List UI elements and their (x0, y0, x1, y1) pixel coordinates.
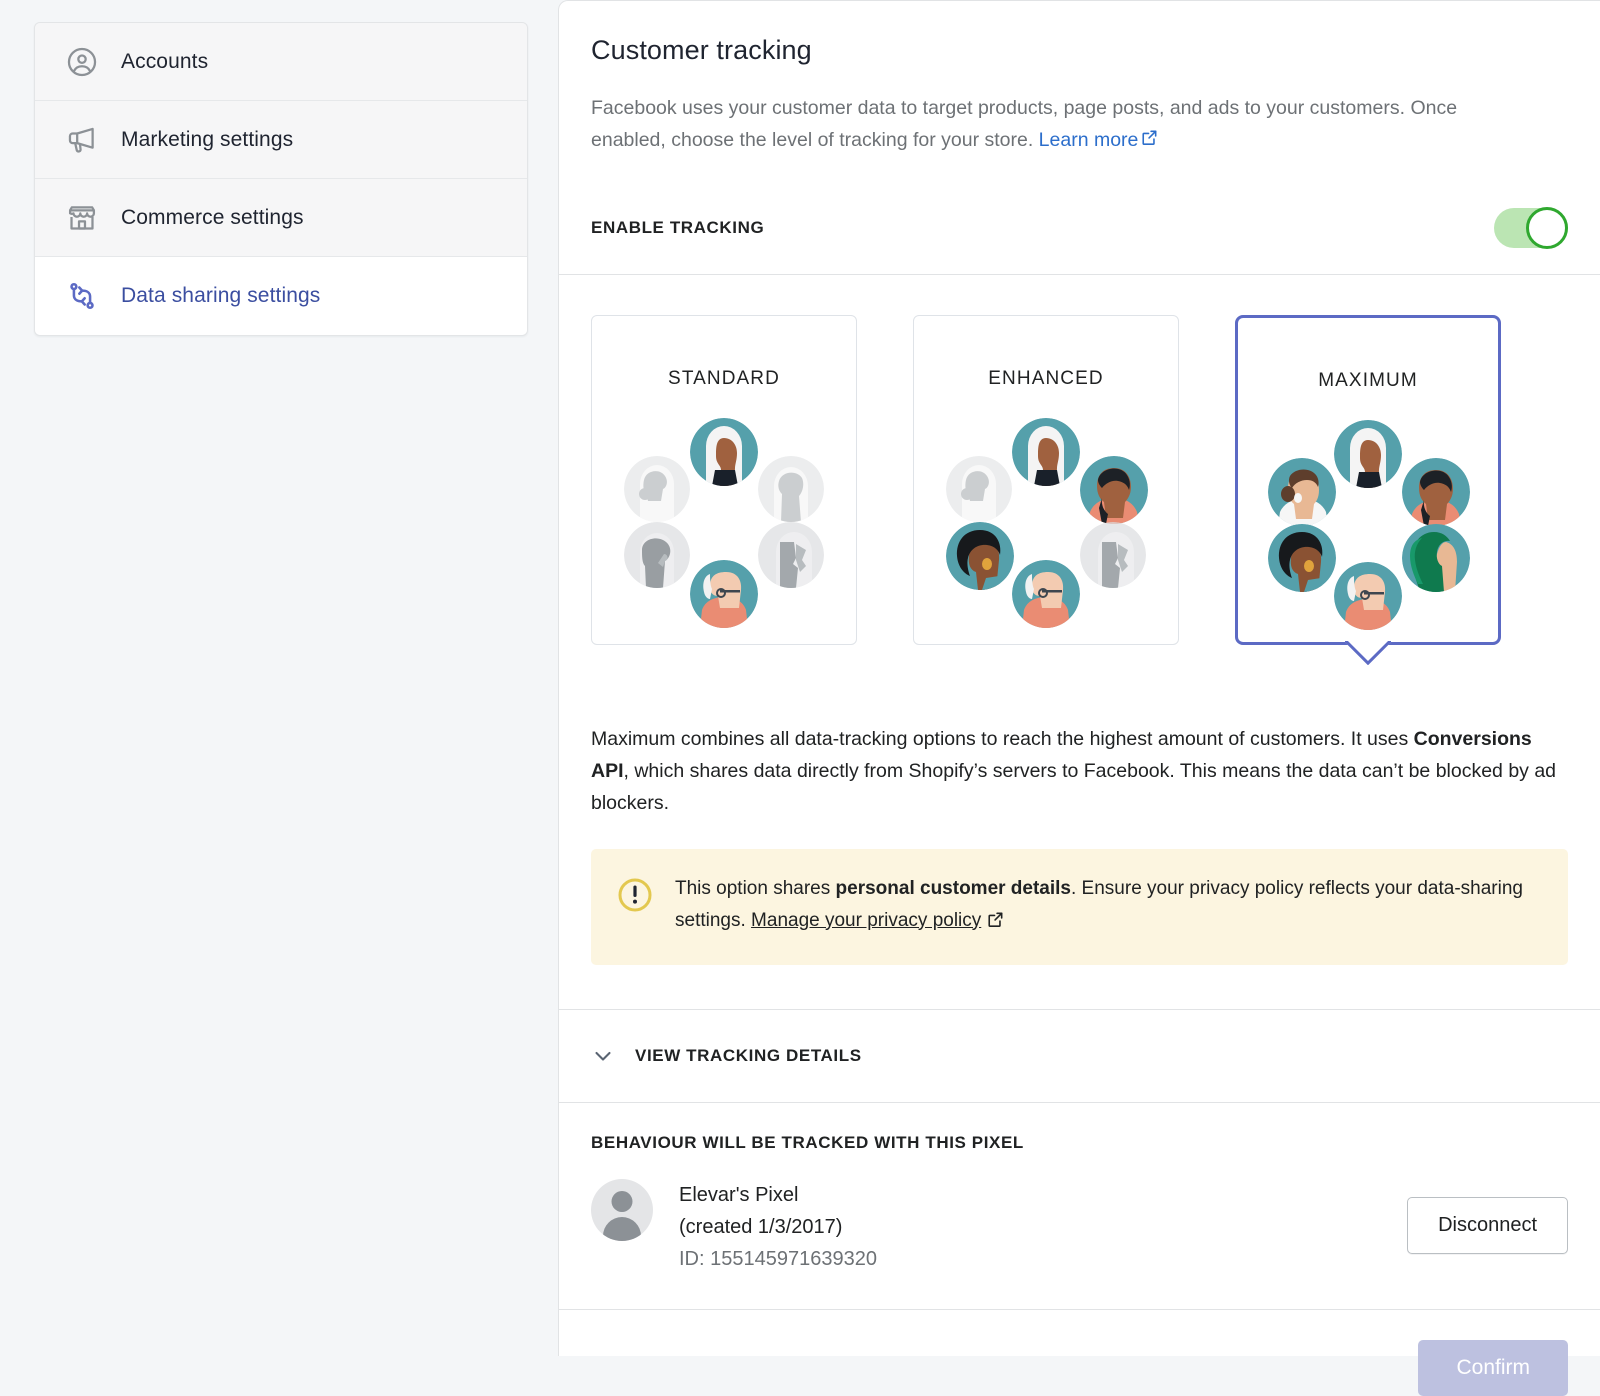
avatar-lower-left (946, 522, 1014, 590)
avatar-bottom (1012, 560, 1080, 628)
page-title: Customer tracking (591, 35, 812, 65)
tracking-level-options: STANDARD ENHANCED MAXIMUM (559, 275, 1600, 645)
alert-circle-icon (615, 875, 655, 920)
pixel-created-date: (created 1/3/2017) (679, 1215, 843, 1238)
enable-tracking-toggle[interactable] (1494, 207, 1568, 249)
sidebar-item-marketing-settings[interactable]: Marketing settings (35, 101, 527, 179)
data-sharing-icon (65, 279, 99, 313)
avatar-bottom (690, 560, 758, 628)
avatar (591, 1178, 653, 1241)
manage-privacy-policy-link[interactable]: Manage your privacy policy (751, 910, 981, 931)
customer-tracking-panel: Customer tracking Facebook uses your cus… (558, 0, 1600, 1396)
pixel-name: Elevar's Pixel (679, 1183, 799, 1206)
tracking-option-label: MAXIMUM (1318, 370, 1418, 391)
enable-tracking-label: ENABLE TRACKING (591, 218, 765, 237)
avatar-upper-left (946, 456, 1012, 522)
panel-footer: Confirm (559, 1310, 1600, 1396)
sidebar-item-label: Marketing settings (121, 127, 294, 151)
sidebar-item-data-sharing-settings[interactable]: Data sharing settings (35, 257, 527, 335)
avatar-top (1012, 418, 1080, 486)
privacy-warning-text: This option shares personal customer det… (675, 873, 1542, 939)
tracking-option-label: STANDARD (668, 368, 780, 389)
avatar-upper-left (624, 456, 690, 522)
avatar-lower-left (624, 522, 690, 588)
banner-bold: personal customer details (835, 877, 1071, 899)
avatar-upper-left (1268, 458, 1336, 526)
sidebar-item-accounts[interactable]: Accounts (35, 23, 527, 101)
settings-sidebar: Accounts Marketing settings Commerce set… (34, 22, 528, 336)
chevron-down-icon (591, 1044, 615, 1068)
megaphone-icon (65, 123, 99, 157)
pixel-section-heading: BEHAVIOUR WILL BE TRACKED WITH THIS PIXE… (591, 1132, 1024, 1152)
external-link-icon (987, 907, 1004, 939)
privacy-warning-banner: This option shares personal customer det… (591, 848, 1568, 965)
selected-card-pointer (1345, 641, 1391, 665)
option-description: Maximum combines all data-tracking optio… (559, 665, 1600, 819)
pixel-info: Elevar's Pixel (created 1/3/2017) ID: 15… (679, 1179, 1407, 1275)
pixel-id: ID: 155145971639320 (679, 1247, 877, 1270)
sidebar-item-label: Accounts (121, 49, 209, 73)
sidebar-item-commerce-settings[interactable]: Commerce settings (35, 179, 527, 257)
panel-description: Facebook uses your customer data to targ… (591, 92, 1471, 156)
enable-tracking-row: ENABLE TRACKING (559, 186, 1600, 274)
avatar-top (690, 418, 758, 486)
avatar-lower-left (1268, 524, 1336, 592)
sidebar-item-label: Data sharing settings (121, 284, 321, 307)
pixel-section: BEHAVIOUR WILL BE TRACKED WITH THIS PIXE… (559, 1103, 1600, 1309)
manage-privacy-policy-label: Manage your privacy policy (751, 909, 982, 931)
disconnect-button[interactable]: Disconnect (1407, 1196, 1568, 1254)
banner-part1: This option shares (675, 877, 836, 899)
view-tracking-details-label: VIEW TRACKING DETAILS (635, 1045, 862, 1065)
tracking-option-enhanced[interactable]: ENHANCED (913, 315, 1179, 645)
tracking-option-standard[interactable]: STANDARD (591, 315, 857, 645)
account-circle-icon (65, 45, 99, 79)
option-description-part2: , which shares data directly from Shopif… (591, 759, 1557, 814)
storefront-icon (65, 201, 99, 235)
avatar-bottom (1334, 562, 1402, 630)
avatar-upper-right (1080, 456, 1148, 524)
view-tracking-details-toggle[interactable]: VIEW TRACKING DETAILS (559, 1010, 1600, 1102)
app-root: Accounts Marketing settings Commerce set… (0, 0, 1600, 1396)
avatar-upper-right (1402, 458, 1470, 526)
toggle-knob (1526, 207, 1568, 249)
avatar-lower-right (1080, 522, 1146, 588)
pixel-row: Elevar's Pixel (created 1/3/2017) ID: 15… (591, 1178, 1568, 1275)
avatar-upper-right (758, 456, 824, 522)
tracking-option-maximum[interactable]: MAXIMUM (1235, 315, 1501, 645)
learn-more-link[interactable]: Learn more (1039, 129, 1159, 151)
confirm-button[interactable]: Confirm (1418, 1339, 1568, 1396)
panel-header: Customer tracking Facebook uses your cus… (559, 1, 1600, 186)
avatar-top (1334, 420, 1402, 488)
tracking-option-label: ENHANCED (988, 368, 1104, 389)
option-description-part1: Maximum combines all data-tracking optio… (591, 727, 1414, 750)
avatar-lower-right (758, 522, 824, 588)
sidebar-item-label: Commerce settings (121, 205, 304, 229)
avatar-body (603, 1216, 641, 1241)
avatar-ring-illustration (1268, 420, 1470, 630)
avatar-lower-right (1402, 524, 1470, 592)
panel-description-text: Facebook uses your customer data to targ… (591, 97, 1458, 151)
learn-more-label: Learn more (1038, 129, 1139, 151)
avatar-ring-illustration (946, 418, 1148, 628)
avatar-ring-illustration (624, 418, 824, 628)
external-link-icon (1141, 124, 1158, 156)
avatar-head (611, 1190, 633, 1212)
